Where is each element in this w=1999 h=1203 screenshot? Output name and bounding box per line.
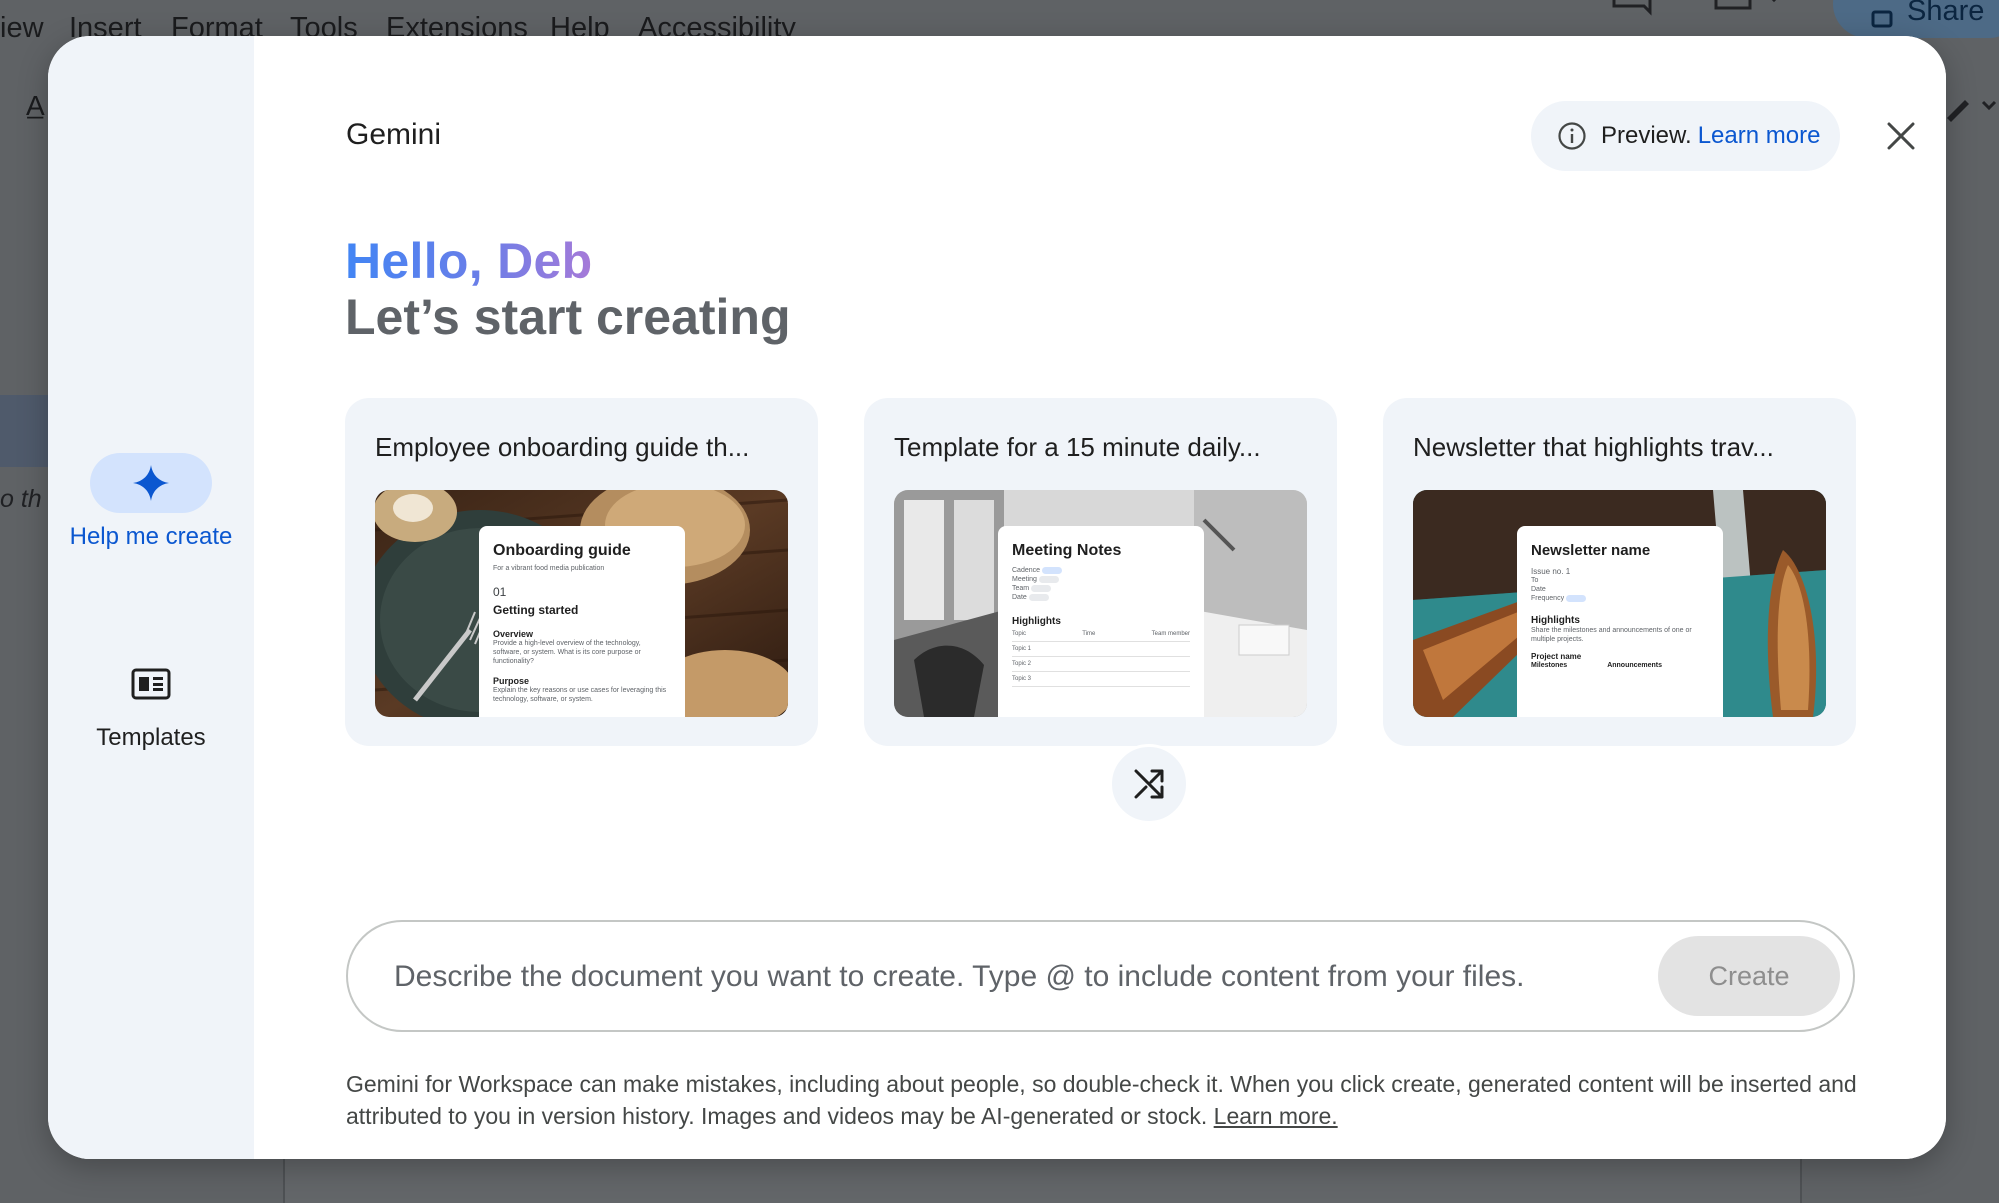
doc-field-chip xyxy=(1031,584,1052,592)
card-title: Template for a 15 minute daily... xyxy=(894,432,1261,462)
doc-field-row: Team xyxy=(1012,584,1190,593)
share-button: Share xyxy=(1833,0,1999,38)
edit-mode-icon xyxy=(1947,100,1997,122)
doc-text1: Provide a high-level overview of the tec… xyxy=(493,640,641,665)
rail-templates[interactable]: Templates xyxy=(48,656,254,753)
disclaimer-text: Gemini for Workspace can make mistakes, … xyxy=(346,1071,1857,1129)
doc-field-row: Cadence xyxy=(1012,566,1190,575)
main-panel: Gemini Preview. Learn more Hello, Deb Le… xyxy=(254,36,1946,1159)
suggestion-card-newsletter[interactable]: Newsletter that highlights trav... Newsl… xyxy=(1383,398,1856,746)
rail-help-me-create-label: Help me create xyxy=(69,523,233,550)
lock-icon xyxy=(1871,10,1893,28)
doc-sub1: Overview xyxy=(493,629,534,639)
preview-chip: Preview. Learn more xyxy=(1531,101,1840,171)
doc-col: Announcements xyxy=(1607,662,1663,669)
doc-field-row: Frequency xyxy=(1531,594,1709,603)
gemini-dialog: Help me create Templates Gemini Preview.… xyxy=(48,36,1946,1159)
doc-col: Milestones xyxy=(1531,662,1568,669)
card-thumbnail: Onboarding guide For a vibrant food medi… xyxy=(375,490,788,717)
menu-view: iew xyxy=(0,12,44,44)
doc-table-row: Topic 1 xyxy=(1012,646,1190,657)
doc-table-header: Topic Time Team member xyxy=(1012,631,1190,642)
doc-text: Share the milestones and announcements o… xyxy=(1531,627,1692,643)
greeting-subtitle: Let’s start creating xyxy=(345,289,791,345)
info-icon xyxy=(1558,122,1586,150)
doc-field-label: Meeting xyxy=(1012,576,1037,583)
close-icon xyxy=(1887,122,1915,150)
meet-icon xyxy=(1714,0,1777,10)
spellcheck-icon: A̲ xyxy=(26,90,45,121)
doc-section: Highlights xyxy=(1012,616,1061,627)
doc-field-label: Frequency xyxy=(1531,595,1565,602)
side-rail: Help me create Templates xyxy=(48,36,254,1159)
background-outline-highlight xyxy=(0,395,48,467)
create-button[interactable]: Create xyxy=(1658,936,1840,1016)
meeting-notes-doc-preview: Meeting Notes Cadence Meeting Team Date … xyxy=(998,526,1204,717)
doc-section: Getting started xyxy=(493,603,579,617)
suggestion-card-standup[interactable]: Template for a 15 minute daily... Meetin… xyxy=(864,398,1337,746)
doc-field-label: Cadence xyxy=(1012,567,1041,574)
doc-text2: Explain the key reasons or use cases for… xyxy=(493,687,667,703)
card-title: Newsletter that highlights trav... xyxy=(1413,432,1774,462)
close-button[interactable] xyxy=(1875,110,1927,162)
doc-table-row: Topic 2 xyxy=(1012,661,1190,672)
onboarding-doc-preview: Onboarding guide For a vibrant food medi… xyxy=(479,526,685,717)
doc-section: Highlights xyxy=(1531,615,1580,626)
doc-field: Date xyxy=(1531,586,1546,593)
card-thumbnail: Meeting Notes Cadence Meeting Team Date … xyxy=(894,490,1307,717)
doc-field-chip xyxy=(1028,593,1049,601)
doc-col: Team member xyxy=(1151,631,1190,637)
newsletter-doc-preview: Newsletter name Issue no. 1 To Date Freq… xyxy=(1517,526,1723,717)
doc-title: Meeting Notes xyxy=(1012,542,1122,559)
rail-help-me-create[interactable]: Help me create xyxy=(48,453,254,552)
suggestion-card-onboarding[interactable]: Employee onboarding guide th... Onboardi… xyxy=(345,398,818,746)
share-label: Share xyxy=(1907,0,1985,27)
doc-tagline: For a vibrant food media publication xyxy=(493,565,605,572)
gemini-title: Gemini xyxy=(346,118,442,151)
rail-active-pill xyxy=(90,453,212,513)
doc-title: Onboarding guide xyxy=(493,542,631,559)
shuffle-button[interactable] xyxy=(1109,744,1189,824)
doc-sub: Project name xyxy=(1531,652,1582,661)
doc-field-label: Date xyxy=(1012,594,1027,601)
doc-field-label: Team xyxy=(1012,585,1030,592)
doc-field: To xyxy=(1531,577,1539,584)
shuffle-icon xyxy=(1134,769,1164,799)
doc-field-chip xyxy=(1038,575,1059,583)
doc-col: Topic xyxy=(1012,631,1027,637)
doc-issue: Issue no. 1 xyxy=(1531,567,1571,576)
prompt-input[interactable] xyxy=(392,946,1626,1008)
templates-icon-wrap xyxy=(90,656,212,712)
comment-icon xyxy=(1612,0,1652,16)
background-text-fragment: o th xyxy=(0,485,42,513)
disclaimer-learn-more-link[interactable]: Learn more. xyxy=(1214,1103,1338,1129)
doc-field-chip xyxy=(1041,566,1062,574)
greeting-hello: Hello, Deb xyxy=(345,233,593,289)
doc-number: 01 xyxy=(493,585,507,599)
doc-col: Time xyxy=(1082,631,1096,637)
preview-text: Preview. xyxy=(1601,122,1692,149)
disclaimer: Gemini for Workspace can make mistakes, … xyxy=(346,1068,1876,1132)
doc-field-chip xyxy=(1566,594,1587,602)
doc-field-row: Meeting xyxy=(1012,575,1190,584)
card-thumbnail: Newsletter name Issue no. 1 To Date Freq… xyxy=(1413,490,1826,717)
rail-templates-label: Templates xyxy=(96,724,206,751)
prompt-box: Create xyxy=(346,920,1855,1032)
sparkle-icon xyxy=(133,465,169,501)
doc-field-row: Date xyxy=(1012,593,1190,602)
doc-cols: Milestones Announcements xyxy=(1531,661,1709,670)
templates-icon xyxy=(131,668,171,700)
card-title: Employee onboarding guide th... xyxy=(375,432,750,462)
doc-table-row: Topic 3 xyxy=(1012,676,1190,687)
doc-title: Newsletter name xyxy=(1531,542,1651,559)
doc-sub2: Purpose xyxy=(493,676,530,686)
learn-more-link[interactable]: Learn more xyxy=(1698,122,1821,150)
